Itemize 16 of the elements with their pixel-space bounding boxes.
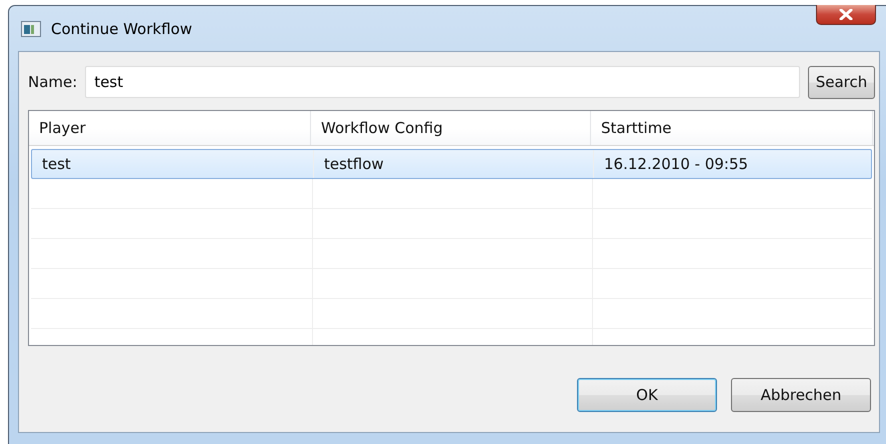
- close-button[interactable]: [816, 5, 876, 25]
- table-cell: 16.12.2010 - 09:55: [594, 150, 874, 178]
- name-label: Name:: [28, 73, 78, 91]
- column-header[interactable]: Workflow Config: [311, 111, 591, 145]
- table-row[interactable]: test testflow 16.12.2010 - 09:55: [31, 149, 872, 179]
- column-header[interactable]: Player: [29, 111, 311, 145]
- window-title: Continue Workflow: [51, 20, 192, 38]
- table-cell: testflow: [314, 150, 594, 178]
- name-field[interactable]: test: [85, 66, 800, 98]
- ok-button[interactable]: OK: [577, 378, 717, 412]
- close-icon: [839, 9, 853, 20]
- search-button[interactable]: Search: [808, 66, 875, 98]
- window-icon: [21, 20, 41, 36]
- column-header[interactable]: Starttime: [591, 111, 873, 145]
- table-cell: test: [32, 150, 314, 178]
- cancel-button[interactable]: Abbrechen: [731, 378, 871, 412]
